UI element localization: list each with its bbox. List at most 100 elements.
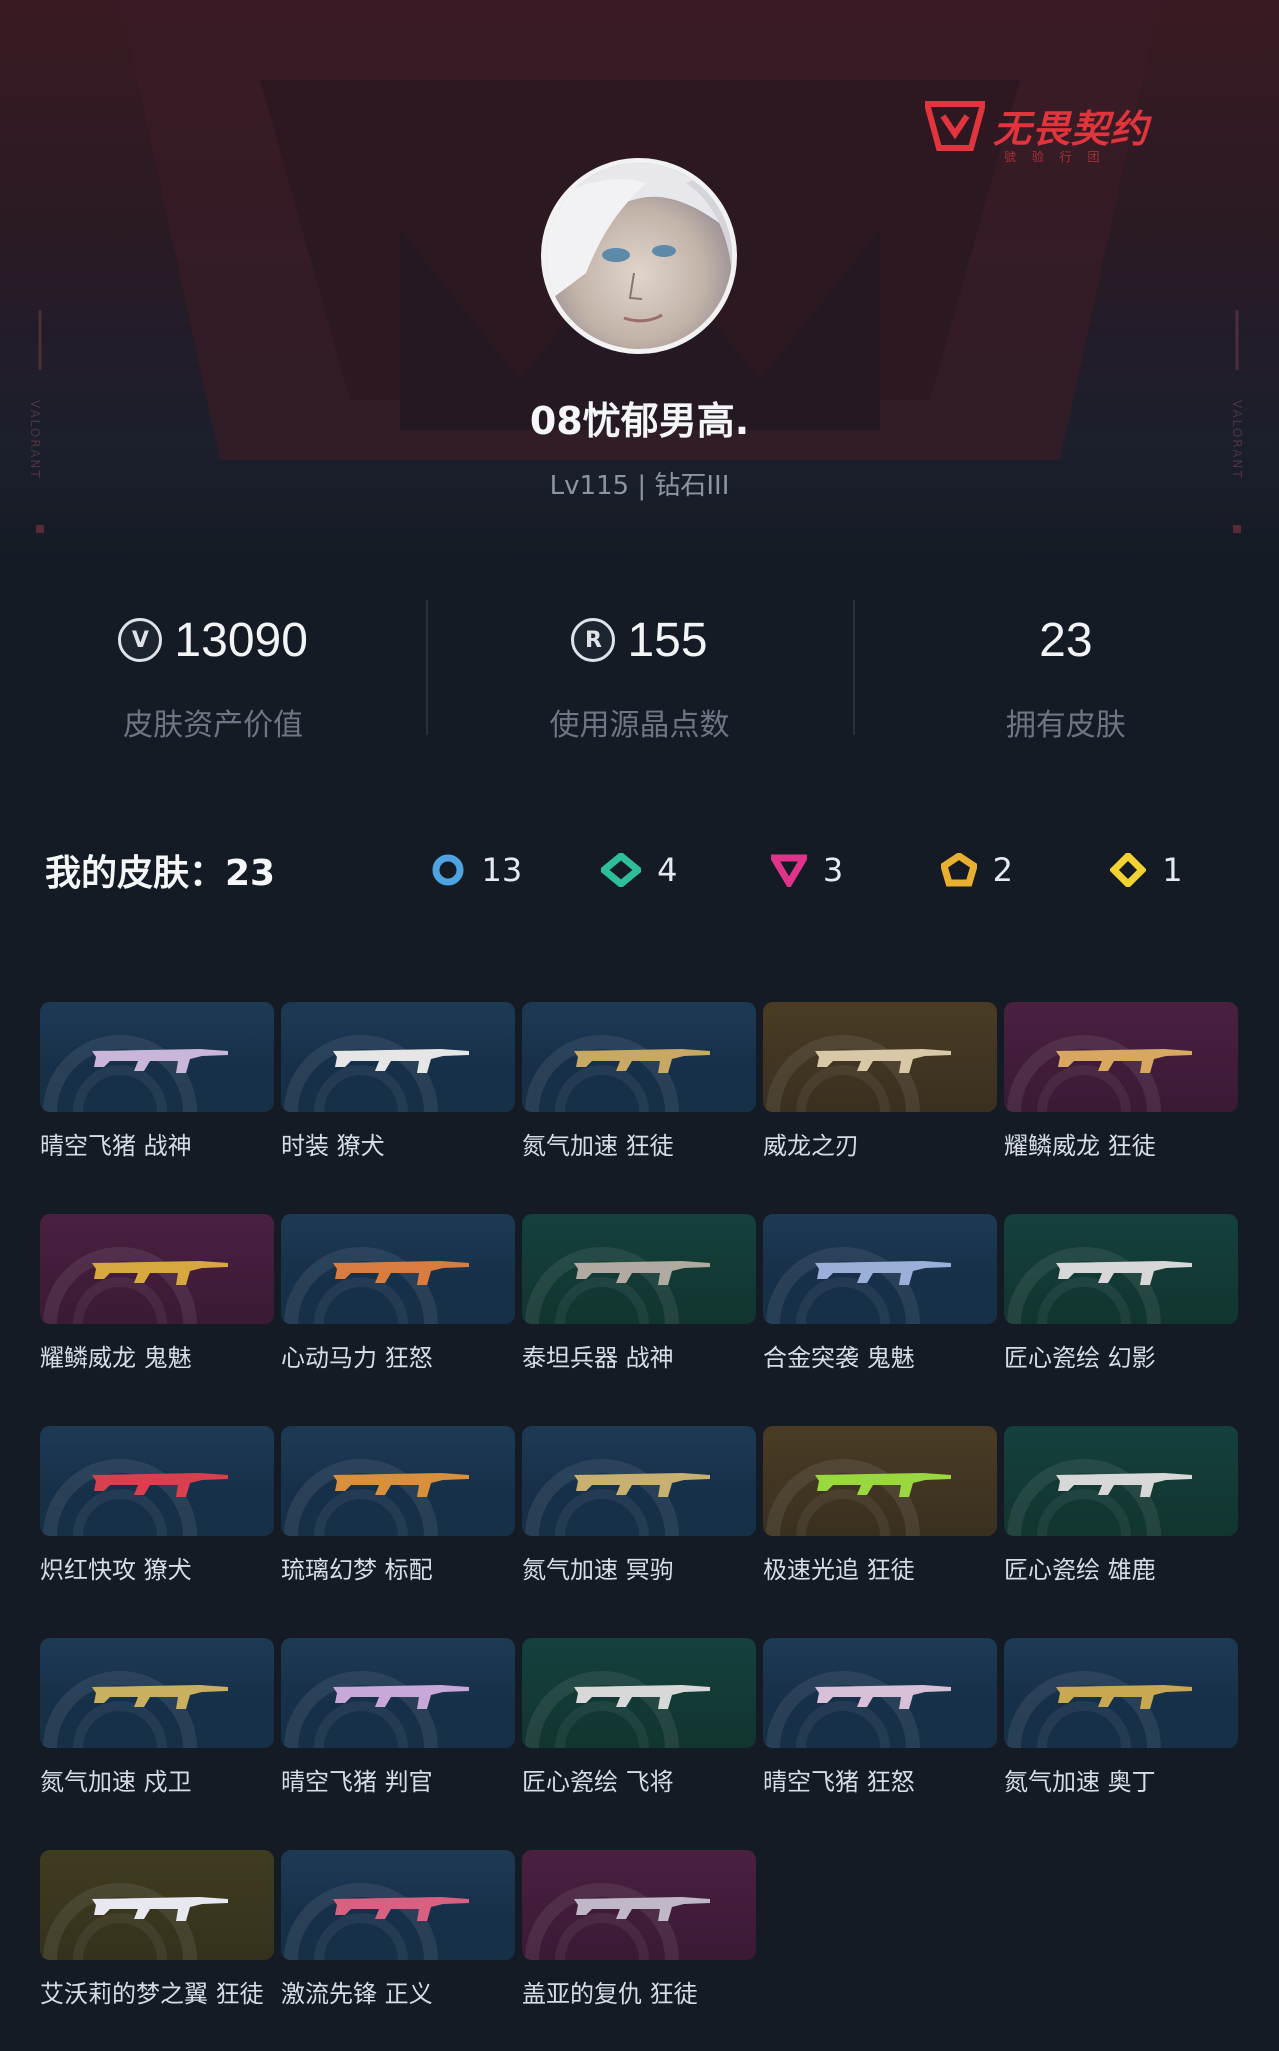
skin-name: 匠心瓷绘 飞将: [522, 1768, 674, 1796]
tier-count: 3: [822, 851, 844, 889]
skin-name: 琉璃幻梦 标配: [281, 1556, 433, 1584]
weapon-icon: [574, 1897, 710, 1921]
stat-value: 13090: [174, 613, 308, 667]
weapon-icon: [333, 1261, 469, 1285]
skin-card[interactable]: 匠心瓷绘 幻影: [1004, 1214, 1238, 1373]
skin-card[interactable]: 威龙之刃: [763, 1002, 997, 1161]
skin-image: [763, 1214, 997, 1324]
weapon-icon: [1056, 1261, 1192, 1285]
ultra-tier-icon: [940, 853, 977, 887]
skin-card[interactable]: 炽红快攻 獠犬: [40, 1426, 274, 1585]
user-level-rank: Lv115 | 钻石III: [549, 471, 730, 501]
valorant-points-icon: V: [118, 618, 163, 662]
skin-name: 威龙之刃: [763, 1132, 859, 1160]
stat-value: 155: [627, 613, 708, 667]
tier-select[interactable]: 13: [431, 851, 556, 889]
skin-card[interactable]: 艾沃莉的梦之翼 狂徒: [40, 1850, 274, 2009]
skin-name: 时装 獠犬: [281, 1132, 385, 1160]
brand-subtitle: 號 验 行 团: [1004, 150, 1106, 164]
stat-label: 皮肤资产价值: [123, 708, 304, 743]
skin-image: [522, 1850, 756, 1960]
brand-logo: 无畏契约: [925, 98, 1149, 153]
skin-name: 激流先锋 正义: [281, 1980, 433, 2008]
skin-image: [40, 1214, 274, 1324]
skin-image: [1004, 1426, 1238, 1536]
skin-card[interactable]: 晴空飞猪 狂怒: [763, 1638, 997, 1797]
weapon-icon: [1056, 1685, 1192, 1709]
skin-card[interactable]: 琉璃幻梦 标配: [281, 1426, 515, 1585]
tier-premium[interactable]: 3: [770, 851, 896, 889]
skin-card[interactable]: 氮气加速 奥丁: [1004, 1638, 1238, 1797]
weapon-icon: [574, 1261, 710, 1285]
skin-name: 晴空飞猪 狂怒: [763, 1768, 915, 1796]
stat-label: 使用源晶点数: [549, 708, 730, 743]
weapon-icon: [333, 1049, 469, 1073]
skin-card[interactable]: 激流先锋 正义: [281, 1850, 515, 2009]
skin-image: [763, 1638, 997, 1748]
weapon-icon: [92, 1473, 228, 1497]
tier-count: 4: [657, 851, 678, 889]
skin-name: 心动马力 狂怒: [281, 1344, 433, 1372]
skins-summary-bar: 我的皮肤：23 13 4 3 2 1: [45, 840, 1235, 900]
skin-name: 泰坦兵器 战神: [522, 1344, 674, 1372]
skin-image: [763, 1002, 997, 1112]
skin-card[interactable]: 匠心瓷绘 飞将: [522, 1638, 756, 1797]
weapon-icon: [815, 1473, 951, 1497]
tier-count: 2: [992, 851, 1013, 889]
stat-owned-skins: 23 拥有皮肤: [852, 600, 1279, 750]
skin-image: [522, 1002, 756, 1112]
skin-name: 耀鳞威龙 狂徒: [1004, 1132, 1156, 1160]
skin-image: [281, 1638, 515, 1748]
skin-image: [40, 1002, 274, 1112]
skin-card[interactable]: 氮气加速 冥驹: [522, 1426, 756, 1585]
skin-image: [40, 1638, 274, 1748]
brand-emblem-icon: [925, 100, 985, 151]
skin-name: 炽红快攻 獠犬: [40, 1556, 192, 1584]
skin-card[interactable]: 心动马力 狂怒: [281, 1214, 515, 1373]
skin-card[interactable]: 时装 獠犬: [281, 1002, 515, 1161]
skin-image: [40, 1426, 274, 1536]
skin-card[interactable]: 氮气加速 狂徒: [522, 1002, 756, 1161]
skin-image: [281, 1850, 515, 1960]
skin-name: 氮气加速 冥驹: [522, 1556, 674, 1584]
skin-card[interactable]: 盖亚的复仇 狂徒: [522, 1850, 756, 2009]
skin-card[interactable]: 耀鳞威龙 鬼魅: [40, 1214, 274, 1373]
skin-image: [281, 1002, 515, 1112]
stat-skin-asset-value: V 13090 皮肤资产价值: [0, 600, 426, 750]
skin-name: 晴空飞猪 判官: [281, 1768, 433, 1796]
skin-image: [522, 1638, 756, 1748]
skin-name: 盖亚的复仇 狂徒: [522, 1980, 698, 2008]
skin-image: [1004, 1214, 1238, 1324]
skin-image: [281, 1426, 515, 1536]
skin-card[interactable]: 晴空飞猪 战神: [40, 1002, 274, 1161]
stat-radianite-used: R 155 使用源晶点数: [426, 600, 852, 750]
skins-title: 我的皮肤：23: [45, 853, 276, 894]
tier-deluxe[interactable]: 4: [601, 851, 726, 889]
tier-count: 13: [481, 851, 523, 889]
skin-image: [522, 1426, 756, 1536]
select-tier-icon: [432, 854, 464, 886]
skin-name: 艾沃莉的梦之翼 狂徒: [40, 1980, 264, 2008]
exclusive-tier-icon: [1110, 853, 1147, 887]
skin-card[interactable]: 合金突袭 鬼魅: [763, 1214, 997, 1373]
skin-image: [763, 1426, 997, 1536]
skin-name: 氮气加速 狂徒: [522, 1132, 674, 1160]
skin-card[interactable]: 匠心瓷绘 雄鹿: [1004, 1426, 1238, 1585]
tier-exclusive[interactable]: 1: [1110, 851, 1235, 889]
weapon-icon: [574, 1049, 710, 1073]
weapon-icon: [333, 1473, 469, 1497]
username: 08忧郁男高.: [529, 399, 750, 443]
skin-card[interactable]: 晴空飞猪 判官: [281, 1638, 515, 1797]
skin-card[interactable]: 氮气加速 戍卫: [40, 1638, 274, 1797]
skin-name: 匠心瓷绘 雄鹿: [1004, 1556, 1156, 1584]
weapon-icon: [333, 1685, 469, 1709]
avatar[interactable]: [541, 158, 737, 354]
tier-ultra[interactable]: 2: [940, 851, 1066, 889]
skin-card[interactable]: 耀鳞威龙 狂徒: [1004, 1002, 1238, 1161]
stats-row: V 13090 皮肤资产价值 R 155 使用源晶点数 23 拥有皮肤: [0, 600, 1279, 750]
weapon-icon: [92, 1685, 228, 1709]
radianite-icon: R: [571, 618, 616, 662]
weapon-icon: [1056, 1473, 1192, 1497]
skin-card[interactable]: 极速光追 狂徒: [763, 1426, 997, 1585]
skin-card[interactable]: 泰坦兵器 战神: [522, 1214, 756, 1373]
